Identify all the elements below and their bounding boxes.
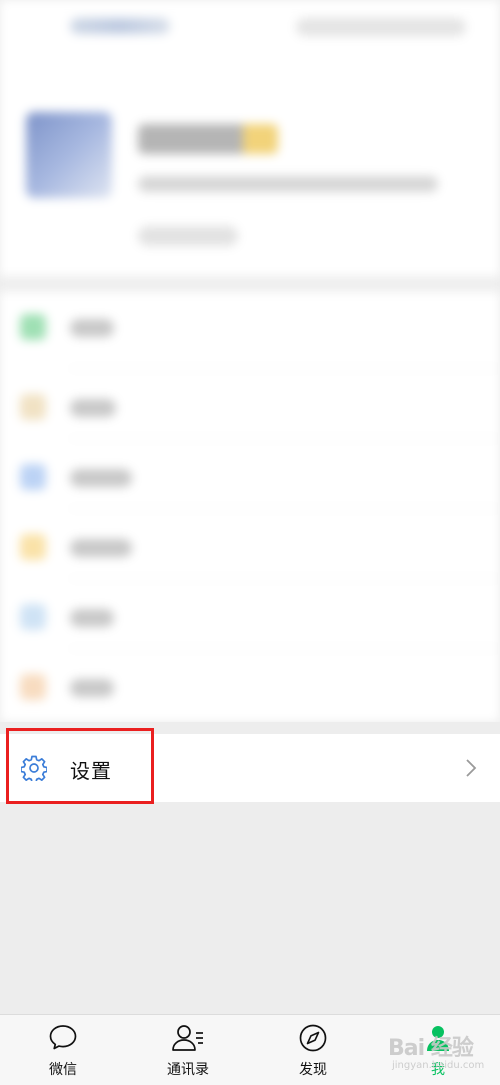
menu-item-cards[interactable] (0, 512, 500, 582)
menu-item-label (70, 679, 114, 697)
channels-icon (20, 674, 46, 700)
divider (70, 508, 500, 509)
divider (70, 438, 500, 439)
divider (70, 578, 500, 579)
stickers-icon (20, 604, 46, 630)
contacts-icon (172, 1025, 203, 1051)
tab-label: 通讯录 (167, 1062, 209, 1078)
blurred-content-area (0, 0, 500, 722)
tab-discover[interactable]: 发现 (258, 1015, 368, 1085)
menu-item-favorites[interactable] (0, 372, 500, 442)
menu-item-label (70, 609, 114, 627)
wechat-me-screen: 设置 微信 通讯录 发现 我 Bai 经验 jingyan.baidu.com (0, 0, 500, 1085)
divider (70, 648, 500, 649)
menu-item-label (70, 319, 114, 337)
menu-item-channels[interactable] (0, 652, 500, 722)
chat-bubble-icon (49, 1025, 77, 1050)
tab-label: 发现 (299, 1062, 327, 1078)
divider (70, 368, 500, 369)
profile-status-button[interactable] (138, 226, 238, 246)
tab-contacts[interactable]: 通讯录 (133, 1015, 243, 1085)
chevron-right-icon (466, 759, 477, 777)
menu-item-label (70, 539, 132, 557)
menu-item-label (70, 399, 116, 417)
status-bar-right (296, 18, 466, 36)
favorites-icon (20, 394, 46, 420)
pay-icon (20, 314, 46, 340)
status-bar-left (70, 18, 170, 34)
menu-item-stickers[interactable] (0, 582, 500, 652)
tab-chats[interactable]: 微信 (8, 1015, 118, 1085)
menu-item-moments[interactable] (0, 442, 500, 512)
menu-item-label (70, 469, 132, 487)
tab-label: 微信 (49, 1062, 77, 1078)
moments-icon (20, 464, 46, 490)
watermark-text: Bai 经验 (388, 1036, 474, 1061)
watermark: Bai 经验 jingyan.baidu.com (380, 1024, 500, 1082)
profile-name (138, 124, 278, 154)
watermark-url: jingyan.baidu.com (392, 1060, 485, 1071)
cards-icon (20, 534, 46, 560)
highlight-box (6, 728, 154, 804)
avatar[interactable] (26, 112, 112, 198)
section-gap (0, 276, 500, 292)
menu-item-pay[interactable] (0, 292, 500, 362)
profile-wechat-id (138, 176, 438, 192)
compass-icon (299, 1024, 327, 1052)
